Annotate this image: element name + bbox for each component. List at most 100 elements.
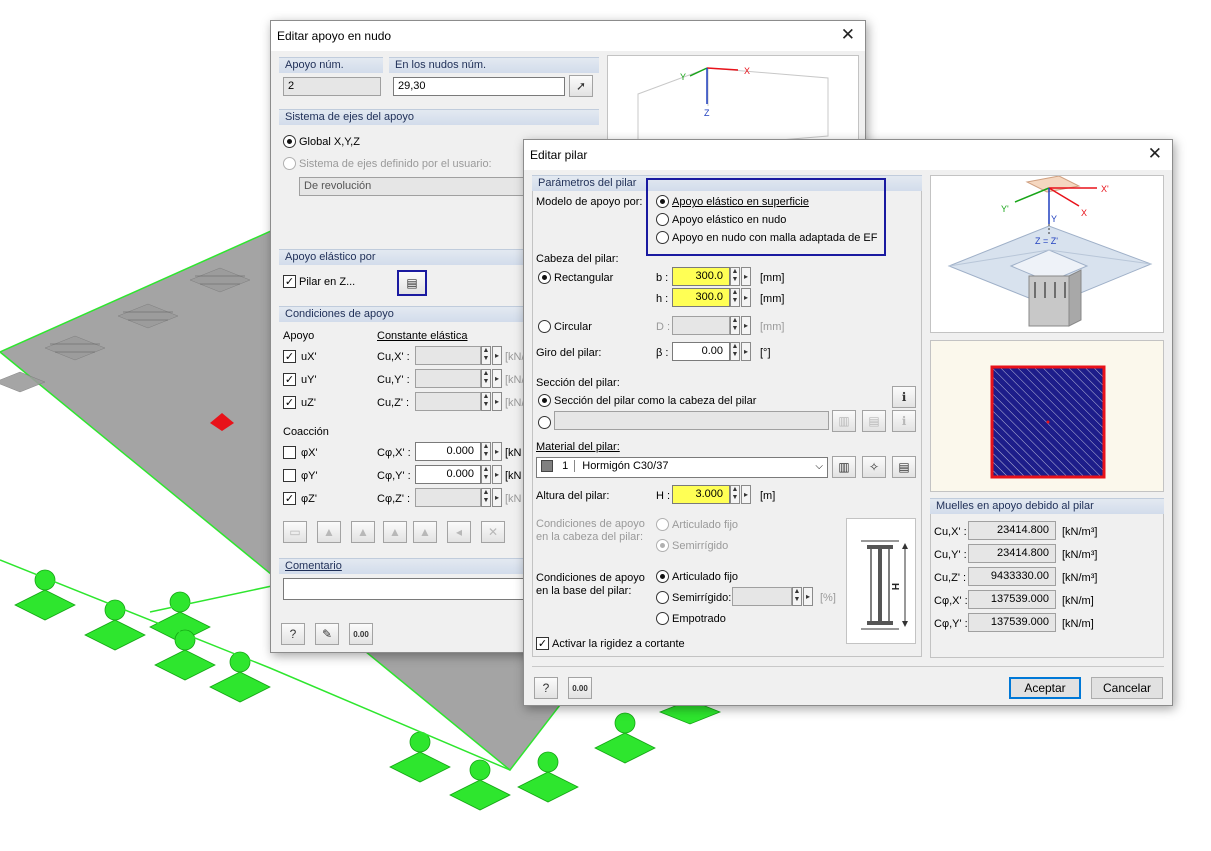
support-no-field[interactable]: 2 — [283, 77, 381, 96]
model-surface-radio[interactable] — [656, 195, 669, 208]
circular-radio[interactable] — [538, 320, 551, 333]
cancel-button[interactable]: Cancelar — [1091, 677, 1163, 699]
close-icon[interactable]: ✕ — [841, 25, 855, 45]
uy-checkbox[interactable]: ✓ — [283, 373, 296, 386]
help-button[interactable]: ? — [281, 623, 305, 645]
axes-user-radio[interactable] — [283, 157, 296, 170]
cux-arrow[interactable]: ▸ — [492, 346, 502, 365]
cuy-arrow[interactable]: ▸ — [492, 369, 502, 388]
spring-cux-label: Cu,X' : — [934, 526, 967, 538]
units-button[interactable]: 0.00 — [568, 677, 592, 699]
shear-stiffness-checkbox[interactable]: ✓ — [536, 637, 549, 650]
nodes-input[interactable]: 29,30 — [393, 77, 565, 96]
b-arrow[interactable]: ▸ — [741, 267, 751, 286]
hinge-icon: ▭ — [289, 525, 301, 539]
ux-checkbox[interactable]: ✓ — [283, 350, 296, 363]
uz-checkbox[interactable]: ✓ — [283, 396, 296, 409]
axis-x-label: X — [1081, 208, 1087, 218]
model-node-radio[interactable] — [656, 213, 669, 226]
units-button[interactable]: 0.00 — [349, 623, 373, 645]
model-mesh-radio[interactable] — [656, 231, 669, 244]
cuz-arrow[interactable]: ▸ — [492, 392, 502, 411]
close-icon[interactable]: ✕ — [1148, 144, 1162, 164]
cphix-spin[interactable]: ▲ ▼ — [481, 442, 491, 461]
support-type-3-button[interactable]: ▲ — [351, 521, 375, 543]
cphiy-arrow[interactable]: ▸ — [492, 465, 502, 484]
phix-checkbox[interactable] — [283, 446, 296, 459]
support-type-7-button[interactable]: ✕ — [481, 521, 505, 543]
cphiy-unit: [kN — [505, 470, 522, 482]
cuz-field[interactable] — [415, 392, 481, 411]
section-custom-radio[interactable] — [538, 416, 551, 429]
wall-icon: ◂ — [455, 525, 463, 539]
height-spin[interactable]: ▲ ▼ — [730, 485, 740, 504]
support-type-6-button[interactable]: ◂ — [447, 521, 471, 543]
beta-spin[interactable]: ▲ ▼ — [730, 342, 740, 361]
section-edit-button[interactable]: ▤ — [862, 410, 886, 432]
cuy-field[interactable] — [415, 369, 481, 388]
support-type-5-button[interactable]: ▲ — [413, 521, 437, 543]
section-library-button[interactable]: ▥ — [832, 410, 856, 432]
d-arrow[interactable]: ▸ — [741, 316, 751, 335]
cuy-spin[interactable]: ▲ ▼ — [481, 369, 491, 388]
section-same-label: Sección del pilar como la cabeza del pil… — [554, 395, 757, 407]
beta-input[interactable]: 0.00 — [672, 342, 730, 361]
base-semirigid-input[interactable] — [732, 587, 792, 606]
phiz-checkbox[interactable]: ✓ — [283, 492, 296, 505]
section-custom-info-button[interactable]: ℹ — [892, 410, 916, 432]
base-semirigid-arrow[interactable]: ▸ — [803, 587, 813, 606]
edit-notes-button[interactable]: ✎ — [315, 623, 339, 645]
h-input[interactable]: 300.0 — [672, 288, 730, 307]
phiy-checkbox[interactable] — [283, 469, 296, 482]
rect-radio[interactable] — [538, 271, 551, 284]
beta-arrow[interactable]: ▸ — [741, 342, 751, 361]
cuz-spin[interactable]: ▲ ▼ — [481, 392, 491, 411]
base-hinged-radio[interactable] — [656, 570, 669, 583]
d-input[interactable] — [672, 316, 730, 335]
support-type-2-button[interactable]: ▲ — [317, 521, 341, 543]
support-type-4-button[interactable]: ▲ — [383, 521, 407, 543]
ok-button[interactable]: Aceptar — [1009, 677, 1081, 699]
cphix-arrow[interactable]: ▸ — [492, 442, 502, 461]
edit-column-button[interactable]: ▤ — [397, 270, 427, 296]
cphiz-label: Cφ,Z' : — [377, 493, 411, 505]
b-input[interactable]: 300.0 — [672, 267, 730, 286]
cux-spin[interactable]: ▲ ▼ — [481, 346, 491, 365]
b-unit: [mm] — [760, 272, 785, 284]
base-semirigid-spin[interactable]: ▲ ▼ — [792, 587, 802, 606]
h-spin[interactable]: ▲ ▼ — [730, 288, 740, 307]
col-support-label: Apoyo — [283, 330, 315, 342]
cphiz-arrow[interactable]: ▸ — [492, 488, 502, 507]
column-height-diagram: H — [846, 518, 916, 644]
help-button[interactable]: ? — [534, 677, 558, 699]
cphiz-spin[interactable]: ▲ ▼ — [481, 488, 491, 507]
material-edit-button[interactable]: ▤ — [892, 456, 916, 478]
axes-global-radio[interactable] — [283, 135, 296, 148]
h-arrow[interactable]: ▸ — [741, 288, 751, 307]
cphiy-spin[interactable]: ▲ ▼ — [481, 465, 491, 484]
column-in-z-checkbox[interactable]: ✓ — [283, 275, 296, 288]
section-label: Sección del pilar: — [536, 377, 620, 389]
head-hinged-radio[interactable] — [656, 518, 669, 531]
section-custom-select[interactable] — [554, 411, 829, 430]
support-type-1-button[interactable]: ▭ — [283, 521, 307, 543]
d-label: D : — [656, 321, 671, 333]
b-spin[interactable]: ▲ ▼ — [730, 267, 740, 286]
material-new-button[interactable]: ✧ — [862, 456, 886, 478]
head-semirigid-radio[interactable] — [656, 539, 669, 552]
height-input[interactable]: 3.000 — [672, 485, 730, 504]
base-fixed-radio[interactable] — [656, 612, 669, 625]
d-spin[interactable]: ▲ ▼ — [730, 316, 740, 335]
pick-nodes-button[interactable]: ➚ — [569, 75, 593, 97]
material-select[interactable]: 1 Hormigón C30/37 ⌵ — [536, 457, 828, 478]
height-arrow[interactable]: ▸ — [741, 485, 751, 504]
section-same-radio[interactable] — [538, 394, 551, 407]
cphix-field[interactable]: 0.000 — [415, 442, 481, 461]
base-semirigid-radio[interactable] — [656, 591, 669, 604]
book-icon: ▥ — [838, 460, 850, 474]
cphiz-field[interactable] — [415, 488, 481, 507]
section-info-button[interactable]: ℹ — [892, 386, 916, 408]
material-library-button[interactable]: ▥ — [832, 456, 856, 478]
cphiy-field[interactable]: 0.000 — [415, 465, 481, 484]
cux-field[interactable] — [415, 346, 481, 365]
